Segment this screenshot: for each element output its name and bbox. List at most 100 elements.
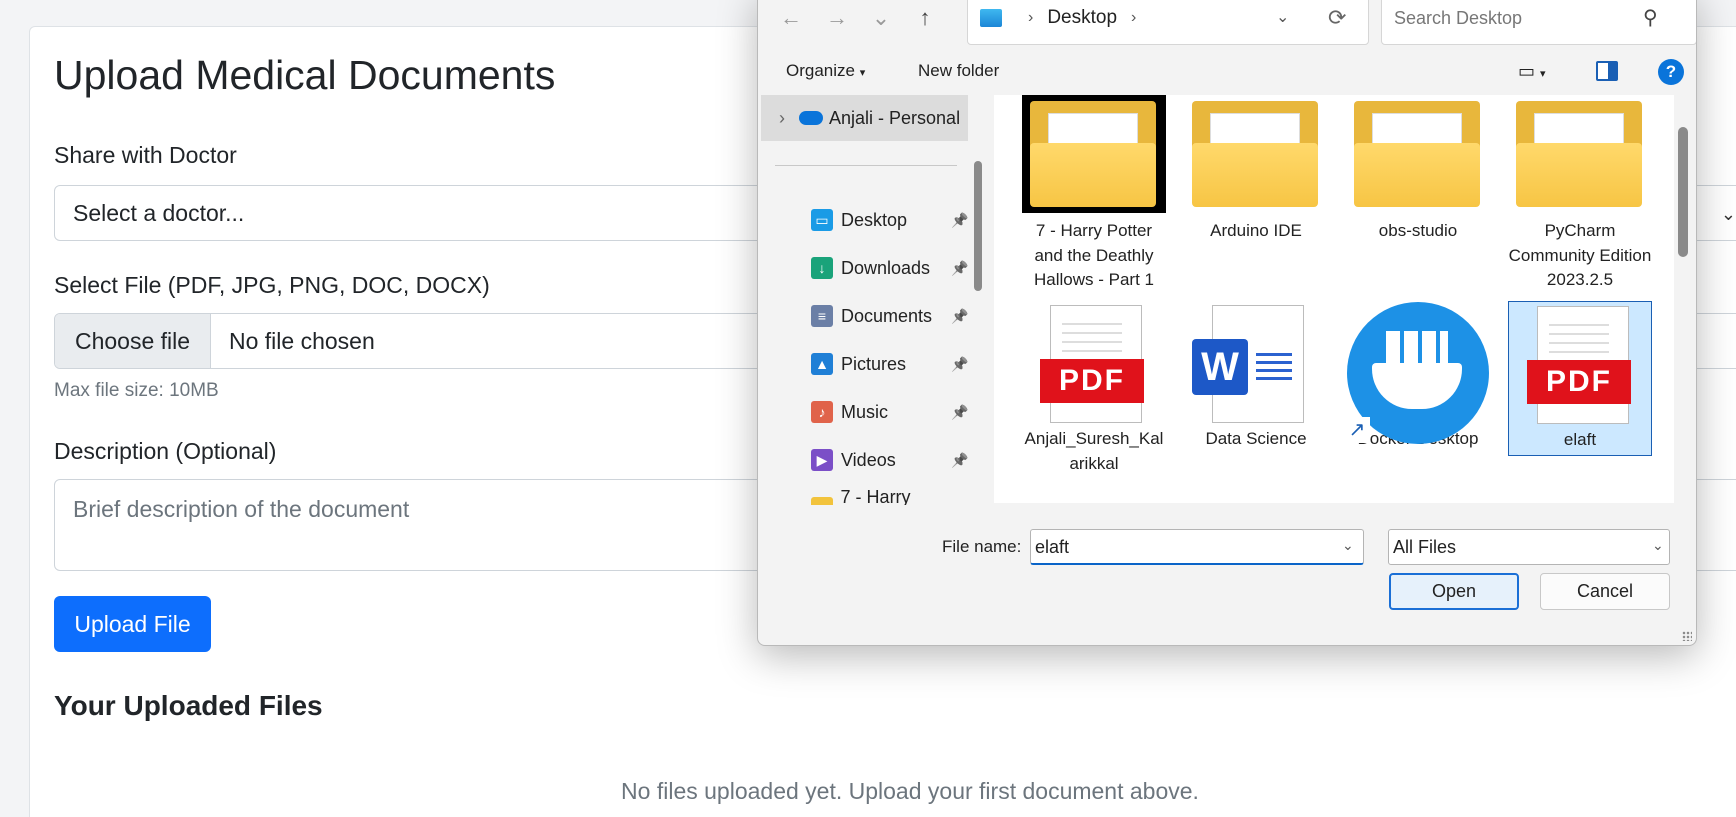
breadcrumb-desktop[interactable]: Desktop [1047, 7, 1117, 29]
cancel-button[interactable]: Cancel [1540, 573, 1670, 610]
pdf-file-icon: PDF [1509, 302, 1653, 424]
folder-icon [1184, 95, 1328, 213]
recent-locations-icon[interactable]: ⌄ [866, 5, 896, 31]
nav-item-onedrive[interactable]: › Anjali - Personal [761, 95, 968, 141]
empty-files-message: No files uploaded yet. Upload your first… [621, 778, 1199, 804]
onedrive-label: Anjali - Personal [829, 107, 961, 128]
chevron-down-icon[interactable]: ⌄ [1276, 7, 1289, 27]
pdf-file-icon: PDF [1022, 301, 1166, 423]
file-item[interactable]: ↗Docker Desktop [1344, 301, 1490, 452]
upload-file-button[interactable]: Upload File [54, 596, 211, 652]
videos-icon: ▶ [811, 449, 833, 471]
navigation-pane: › Anjali - Personal ▭ Desktop 📌 ↓ Downloads 📌… [761, 95, 971, 505]
organize-button[interactable]: Organize ▾ [786, 61, 865, 81]
file-item[interactable]: W Data Science [1184, 301, 1328, 452]
pictures-icon: ▲ [811, 353, 833, 375]
search-icon: ⚲ [1643, 7, 1658, 29]
chevron-down-icon[interactable]: ⌄ [1652, 537, 1664, 554]
select-file-label: Select File (PDF, JPG, PNG, DOC, DOCX) [54, 272, 490, 298]
dialog-address-bar: ← → ⌄ ↑ › Desktop › ⌄ ⟳ Search Desktop ⚲ [758, 0, 1696, 47]
nav-item-music[interactable]: ♪ Music 📌 [811, 397, 968, 427]
forward-icon[interactable]: → [822, 5, 852, 31]
address-breadcrumb[interactable]: › Desktop › [967, 0, 1369, 45]
resize-grip-icon[interactable] [1682, 631, 1692, 641]
music-icon: ♪ [811, 401, 833, 423]
file-item-name: 7 - Harry Potter and the Deathly Hallows… [1034, 221, 1154, 290]
file-item-name: obs-studio [1378, 221, 1458, 240]
new-folder-button[interactable]: New folder [918, 61, 999, 81]
file-grid: 7 - Harry Potter and the Deathly Hallows… [994, 95, 1674, 503]
desktop-icon: ▭ [811, 209, 833, 231]
chevron-down-icon[interactable]: ⌄ [1342, 537, 1354, 554]
back-icon[interactable]: ← [776, 5, 806, 31]
uploaded-files-title: Your Uploaded Files [54, 690, 323, 721]
preview-pane-icon[interactable] [1596, 61, 1618, 81]
file-open-dialog: ← → ⌄ ↑ › Desktop › ⌄ ⟳ Search Desktop ⚲… [757, 0, 1697, 646]
file-item[interactable]: obs-studio [1346, 95, 1490, 244]
nav-item-documents[interactable]: ≡ Documents 📌 [811, 301, 968, 331]
chevron-right-icon[interactable]: › [779, 108, 785, 129]
description-label: Description (Optional) [54, 438, 277, 464]
breadcrumb-separator-icon: › [1028, 9, 1034, 26]
max-file-size-hint: Max file size: 10MB [54, 380, 219, 401]
this-pc-icon [980, 9, 1002, 27]
nav-divider [775, 165, 957, 166]
nav-item-label: Documents [841, 305, 933, 326]
folder-icon [1022, 95, 1166, 213]
file-item[interactable]: 7 - Harry Potter and the Deathly Hallows… [1022, 95, 1166, 293]
folder-icon [1508, 95, 1652, 213]
documents-icon: ≡ [811, 305, 833, 327]
help-icon[interactable]: ? [1658, 59, 1684, 85]
nav-item-label: Desktop [841, 209, 908, 230]
file-item[interactable]: Arduino IDE [1184, 95, 1328, 244]
file-name-label: File name: [942, 537, 1022, 556]
nav-item-label: 7 - Harry Potter [840, 487, 911, 505]
word-file-icon: W [1184, 301, 1328, 423]
file-item-name: Data Science [1205, 429, 1307, 448]
pin-icon[interactable]: 📌 [951, 308, 968, 325]
share-with-doctor-label: Share with Doctor [54, 142, 237, 168]
file-item-name: elaft [1563, 430, 1597, 449]
chevron-down-icon: ⌄ [1720, 204, 1736, 224]
nav-item-7-harry-potter[interactable]: 7 - Harry Potter [811, 487, 961, 505]
nav-item-label: Downloads [841, 257, 931, 278]
nav-item-desktop[interactable]: ▭ Desktop 📌 [811, 205, 968, 235]
pin-icon[interactable]: 📌 [951, 260, 968, 277]
nav-item-label: Pictures [841, 353, 907, 374]
file-item[interactable]: PDF elaft [1508, 301, 1652, 456]
page-title: Upload Medical Documents [54, 52, 556, 98]
dialog-toolbar: Organize ▾ New folder ▭ ▾ ? [758, 51, 1696, 93]
file-status: No file chosen [229, 327, 375, 354]
chevron-down-icon: ▾ [859, 67, 866, 79]
open-button[interactable]: Open [1389, 573, 1519, 610]
file-item-name: Anjali_Suresh_Kalarikkal [1024, 429, 1164, 473]
download-icon: ↓ [811, 257, 833, 279]
file-name-input[interactable]: elaft [1030, 529, 1364, 565]
nav-scrollbar[interactable] [974, 161, 982, 291]
shortcut-arrow-icon: ↗ [1344, 417, 1370, 443]
file-item[interactable]: PyCharm Community Edition 2023.2.5 [1508, 95, 1652, 293]
folder-icon [811, 497, 833, 505]
pin-icon[interactable]: 📌 [951, 404, 968, 421]
files-scrollbar[interactable] [1678, 127, 1688, 257]
file-item-name: PyCharm Community Edition 2023.2.5 [1508, 221, 1652, 290]
nav-item-label: Music [841, 401, 889, 422]
nav-item-videos[interactable]: ▶ Videos 📌 [811, 445, 968, 475]
file-type-select[interactable]: All Files [1388, 529, 1670, 565]
nav-item-pictures[interactable]: ▲ Pictures 📌 [811, 349, 968, 379]
folder-icon [1346, 95, 1490, 213]
docker-app-icon: ↗ [1344, 301, 1490, 444]
pin-icon[interactable]: 📌 [951, 356, 968, 373]
up-icon[interactable]: ↑ [910, 5, 940, 31]
breadcrumb-separator-icon: › [1131, 9, 1137, 26]
choose-file-button[interactable]: Choose file [55, 314, 211, 368]
file-item[interactable]: PDF Anjali_Suresh_Kalarikkal [1022, 301, 1166, 476]
view-options-icon[interactable]: ▭ ▾ [1518, 61, 1546, 82]
nav-item-downloads[interactable]: ↓ Downloads 📌 [811, 253, 968, 283]
file-item-name: Arduino IDE [1210, 221, 1302, 240]
nav-item-label: Videos [841, 449, 896, 470]
pin-icon[interactable]: 📌 [951, 452, 968, 469]
organize-label: Organize [786, 61, 855, 80]
refresh-icon[interactable]: ⟳ [1328, 5, 1346, 31]
pin-icon[interactable]: 📌 [951, 212, 968, 229]
